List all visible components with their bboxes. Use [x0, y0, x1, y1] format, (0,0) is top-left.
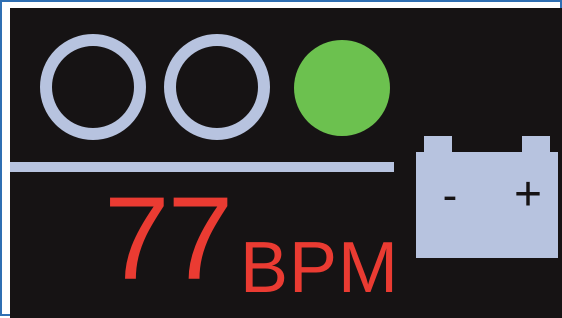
battery-icon: - +: [416, 136, 558, 258]
status-indicator-1-off: [40, 34, 146, 140]
heart-rate-value: 77: [104, 173, 233, 305]
battery-plus-label: +: [514, 168, 542, 221]
device-screen: 77 BPM - +: [10, 8, 562, 318]
divider-line: [10, 162, 394, 172]
battery-minus-label: -: [443, 171, 458, 220]
status-indicator-3-on: [294, 40, 390, 136]
status-indicator-2-off: [164, 34, 270, 140]
heart-rate-unit: BPM: [240, 228, 400, 308]
device-frame: 77 BPM - +: [0, 0, 562, 318]
